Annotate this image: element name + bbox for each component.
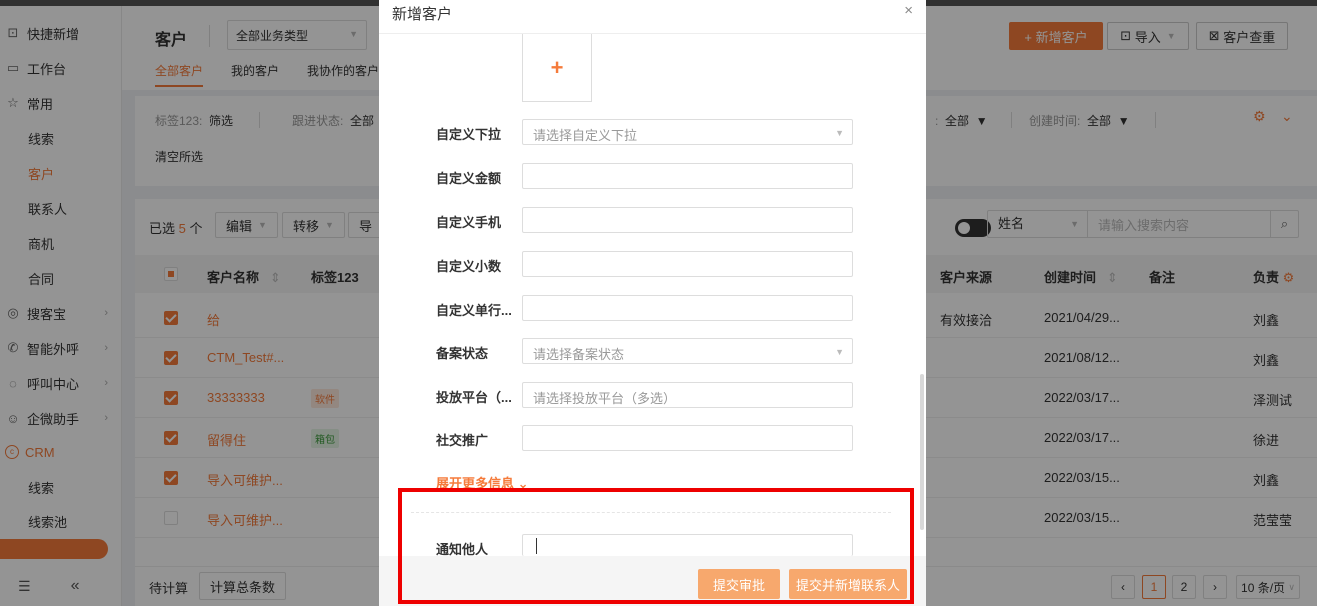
field-label: 自定义小数 (436, 259, 502, 274)
field-label: 自定义金额 (436, 171, 502, 186)
custom-dropdown-select[interactable]: 请选择自定义下拉 ▼ (522, 119, 853, 145)
social-promotion-input[interactable] (522, 425, 853, 451)
section-divider (411, 512, 891, 513)
ad-platform-multiselect[interactable]: 请选择投放平台（多选） (522, 382, 853, 408)
field-label: 自定义下拉 (436, 127, 502, 142)
submit-approval-button[interactable]: 提交审批 (698, 569, 780, 599)
chevron-down-icon: ⌄ (517, 476, 529, 491)
modal-title: 新增客户 (392, 6, 453, 23)
new-customer-modal: 新增客户 × + 自定义下拉 请选择自定义下拉 ▼ 自定义金额 自定义手机 自定义… (379, 0, 926, 606)
custom-single-line-input[interactable] (522, 295, 853, 321)
field-label: 自定义手机 (436, 215, 502, 230)
modal-scrollbar[interactable] (920, 374, 924, 530)
field-label: 社交推广 (436, 433, 489, 448)
notify-others-input[interactable] (522, 534, 853, 556)
close-icon[interactable]: × (904, 2, 913, 19)
expand-more-link[interactable]: 展开更多信息 ⌄ (436, 473, 529, 492)
text-cursor (536, 538, 537, 554)
custom-decimal-input[interactable] (522, 251, 853, 277)
chevron-down-icon: ▼ (835, 347, 844, 357)
field-label: 自定义单行... (436, 303, 512, 318)
submit-and-add-contact-button[interactable]: 提交并新增联系人 (789, 569, 907, 599)
chevron-down-icon: ▼ (835, 128, 844, 138)
field-label: 投放平台（... (436, 390, 512, 405)
custom-amount-input[interactable] (522, 163, 853, 189)
image-upload-button[interactable]: + (522, 34, 592, 102)
custom-phone-input[interactable] (522, 207, 853, 233)
filing-status-select[interactable]: 请选择备案状态 ▼ (522, 338, 853, 364)
modal-divider (379, 33, 926, 34)
plus-icon: + (550, 54, 564, 80)
field-label: 备案状态 (436, 346, 489, 361)
